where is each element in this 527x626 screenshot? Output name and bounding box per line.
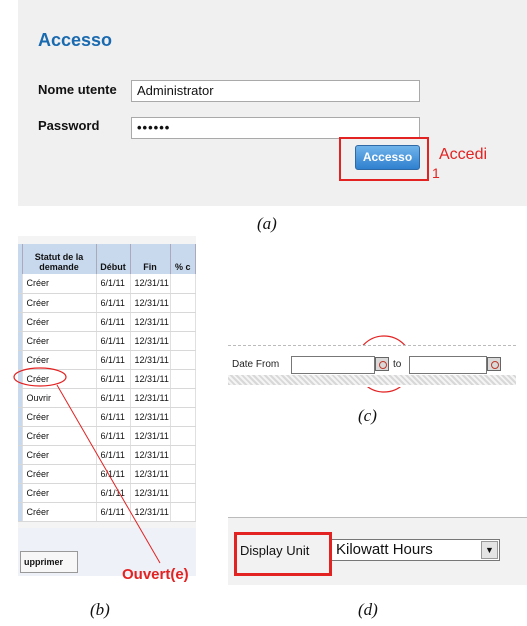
username-label: Nome utente — [38, 82, 117, 97]
table-row[interactable]: Créer 6/1/11 12/31/11 — [18, 312, 196, 332]
caption-a: (a) — [257, 214, 277, 233]
column-header-end[interactable]: Fin — [130, 244, 171, 274]
date-to-input[interactable] — [409, 356, 487, 374]
table-cell-percent — [170, 407, 196, 427]
caption-c: (c) — [358, 406, 377, 425]
table-cell-percent — [170, 426, 196, 446]
table-cell-start: 6/1/11 — [96, 464, 131, 484]
decorative-strip — [228, 375, 516, 385]
table-cell-percent — [170, 293, 196, 313]
table-row[interactable]: Créer 6/1/11 12/31/11 — [18, 274, 196, 294]
table-cell-start: 6/1/11 — [96, 312, 131, 332]
table-cell-percent — [170, 483, 196, 503]
table-cell-start: 6/1/11 — [96, 293, 131, 313]
annotation-ouvert: Ouvert(e) — [122, 566, 189, 583]
table-row[interactable]: Créer 6/1/11 12/31/11 — [18, 426, 196, 446]
table-row[interactable]: Créer 6/1/11 12/31/11 — [18, 483, 196, 503]
table-cell-start: 6/1/11 — [96, 483, 131, 503]
table-cell-end: 12/31/11 — [130, 274, 171, 294]
annotation-number: 1 — [432, 165, 440, 181]
annotation-accedi: Accedi — [439, 146, 488, 163]
table-cell-end: 12/31/11 — [130, 312, 171, 332]
login-title: Accesso — [38, 30, 113, 50]
table-cell-start: 6/1/11 — [96, 388, 131, 408]
table-cell-start: 6/1/11 — [96, 369, 131, 389]
status-table-panel: Statut de la demande Début Fin % c Créer… — [18, 236, 196, 576]
table-cell-start: 6/1/11 — [96, 331, 131, 351]
table-cell-status: Créer — [22, 502, 97, 522]
table-cell-end: 12/31/11 — [130, 445, 171, 465]
table-row[interactable]: Créer 6/1/11 12/31/11 — [18, 407, 196, 427]
table-cell-end: 12/31/11 — [130, 483, 171, 503]
table-row[interactable]: Créer 6/1/11 12/31/11 — [18, 445, 196, 465]
date-from-label: Date From — [232, 359, 280, 370]
display-unit-value: Kilowatt Hours — [336, 541, 433, 558]
table-cell-end: 12/31/11 — [130, 407, 171, 427]
table-cell-percent — [170, 502, 196, 522]
username-input[interactable]: Administrator — [131, 80, 420, 102]
table-cell-status: Créer — [22, 369, 97, 389]
table-cell-end: 12/31/11 — [130, 369, 171, 389]
highlight-box — [339, 137, 429, 181]
caption-d: (d) — [358, 600, 378, 619]
table-cell-end: 12/31/11 — [130, 331, 171, 351]
table-row[interactable]: Créer 6/1/11 12/31/11 — [18, 464, 196, 484]
table-row[interactable]: Ouvrir 6/1/11 12/31/11 — [18, 388, 196, 408]
dropdown-arrow-icon[interactable]: ▼ — [481, 541, 498, 559]
login-panel: Accesso Nome utente Administrator Passwo… — [18, 0, 527, 206]
status-table: Statut de la demande Début Fin % c Créer… — [18, 244, 196, 522]
to-label: to — [393, 359, 402, 370]
column-header-start[interactable]: Début — [96, 244, 131, 274]
table-row[interactable]: Créer 6/1/11 12/31/11 — [18, 502, 196, 522]
caption-b: (b) — [90, 600, 110, 619]
highlight-box — [234, 532, 332, 576]
column-header-status[interactable]: Statut de la demande — [22, 244, 97, 274]
calendar-icon[interactable] — [487, 357, 501, 371]
table-cell-status: Créer — [22, 331, 97, 351]
table-cell-start: 6/1/11 — [96, 407, 131, 427]
password-label: Password — [38, 118, 100, 133]
table-cell-end: 12/31/11 — [130, 464, 171, 484]
table-cell-percent — [170, 274, 196, 294]
table-row[interactable]: Créer 6/1/11 12/31/11 — [18, 293, 196, 313]
table-cell-status: Créer — [22, 407, 97, 427]
table-cell-percent — [170, 369, 196, 389]
table-cell-end: 12/31/11 — [130, 426, 171, 446]
table-cell-status: Créer — [22, 426, 97, 446]
table-cell-start: 6/1/11 — [96, 426, 131, 446]
table-cell-status: Créer — [22, 293, 97, 313]
table-row[interactable]: Créer 6/1/11 12/31/11 — [18, 350, 196, 370]
table-cell-end: 12/31/11 — [130, 350, 171, 370]
password-input[interactable]: •••••• — [131, 117, 420, 139]
display-unit-select[interactable]: Kilowatt Hours ▼ — [330, 539, 500, 561]
table-cell-end: 12/31/11 — [130, 293, 171, 313]
delete-button[interactable]: upprimer — [20, 551, 78, 573]
display-unit-panel: Display Unit Kilowatt Hours ▼ — [228, 517, 527, 585]
table-row[interactable]: Créer 6/1/11 12/31/11 — [18, 331, 196, 351]
table-cell-percent — [170, 388, 196, 408]
table-cell-status: Créer — [22, 350, 97, 370]
table-cell-percent — [170, 464, 196, 484]
table-row[interactable]: Créer 6/1/11 12/31/11 — [18, 369, 196, 389]
table-cell-start: 6/1/11 — [96, 350, 131, 370]
table-cell-status: Créer — [22, 483, 97, 503]
table-cell-status: Créer — [22, 445, 97, 465]
table-cell-start: 6/1/11 — [96, 445, 131, 465]
table-cell-percent — [170, 445, 196, 465]
table-cell-percent — [170, 312, 196, 332]
table-cell-status: Ouvrir — [22, 388, 97, 408]
table-cell-end: 12/31/11 — [130, 388, 171, 408]
table-cell-percent — [170, 350, 196, 370]
table-cell-status: Créer — [22, 274, 97, 294]
date-range-panel: Date From to — [228, 345, 516, 387]
table-cell-end: 12/31/11 — [130, 502, 171, 522]
table-cell-start: 6/1/11 — [96, 502, 131, 522]
table-cell-percent — [170, 331, 196, 351]
column-header-percent[interactable]: % c — [170, 244, 196, 274]
table-cell-start: 6/1/11 — [96, 274, 131, 294]
table-cell-status: Créer — [22, 312, 97, 332]
calendar-icon[interactable] — [375, 357, 389, 371]
date-from-input[interactable] — [291, 356, 375, 374]
table-cell-status: Créer — [22, 464, 97, 484]
